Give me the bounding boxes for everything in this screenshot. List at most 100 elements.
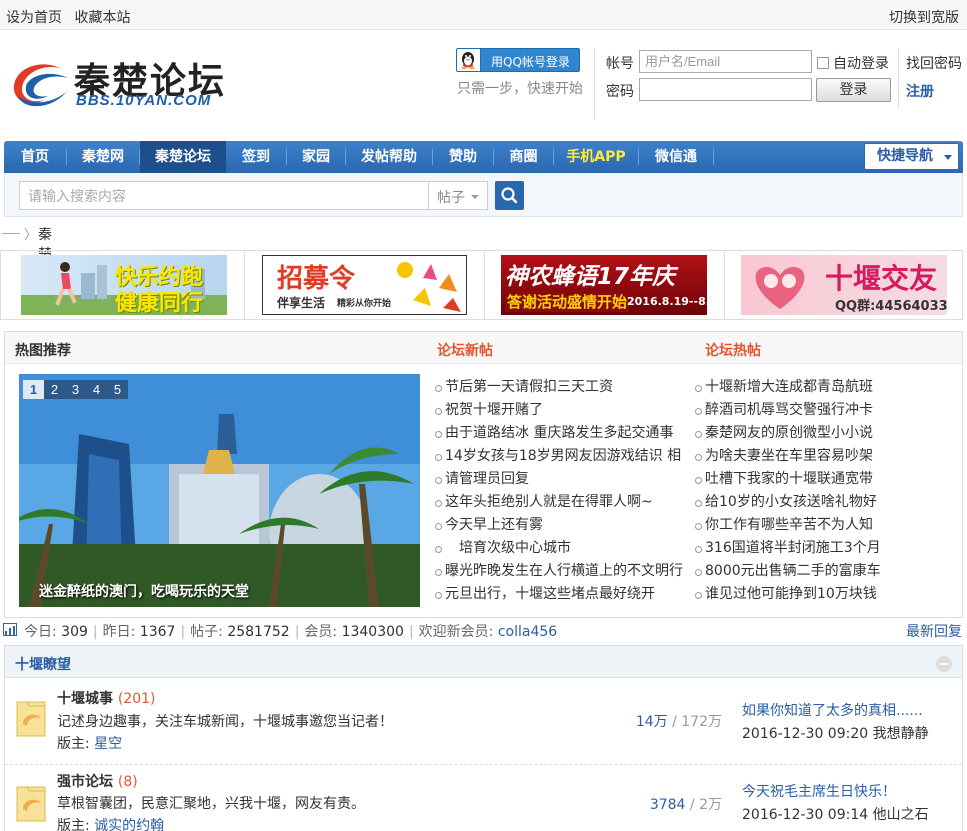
banner-recruit[interactable]: 招募令 伴享生活 精彩从你开始: [262, 255, 467, 315]
list-item[interactable]: 十堰新增大连成都青岛航班: [695, 376, 957, 399]
site-logo[interactable]: 秦楚论坛 BBS.10YAN.COM: [8, 52, 228, 112]
category-title[interactable]: 十堰瞭望: [15, 654, 71, 674]
newest-member-link[interactable]: colla456: [498, 624, 557, 640]
forum-stats: 今日: 309 | 昨日: 1367 | 帖子: 2581752 | 会员: 1340300…: [0, 620, 967, 640]
list-item[interactable]: 今天早上还有雾: [435, 514, 685, 537]
nav-item-wechat[interactable]: 微信通: [639, 141, 713, 173]
banner-honey[interactable]: 神农蜂语17年庆 答谢活动盛情开始 2016.8.19--8.31: [501, 255, 707, 315]
nav-item-business[interactable]: 商圈: [494, 141, 553, 173]
nav-item-home-space[interactable]: 家园: [287, 141, 345, 173]
board-name-text[interactable]: 强市论坛: [57, 774, 113, 790]
breadcrumb-arrow-icon: 〉: [24, 228, 38, 243]
new-posts-heading[interactable]: 论坛新帖: [437, 340, 493, 360]
list-item[interactable]: 秦楚网友的原创微型小小说: [695, 422, 957, 445]
list-item[interactable]: 给10岁的小女孩送啥礼物好: [695, 491, 957, 514]
list-item[interactable]: 8000元出售辆二手的富康车: [695, 560, 957, 583]
banner-running[interactable]: 快乐约跑 健康同行: [21, 255, 227, 315]
list-item[interactable]: 这年头拒绝别人就是在得罪人啊~: [435, 491, 685, 514]
last-post-title[interactable]: 今天祝毛主席生日快乐！: [742, 781, 896, 801]
banner-honey-line2: 答谢活动盛情开始: [505, 291, 630, 312]
list-item[interactable]: 吐槽下我家的十堰联通宽带: [695, 468, 957, 491]
board-name[interactable]: 强市论坛 (8): [57, 771, 138, 791]
board-folder-icon[interactable]: [15, 698, 47, 738]
list-item[interactable]: 你工作有哪些辛苦不为人知: [695, 514, 957, 537]
last-post-meta: 2016-12-30 09:14 他山之石: [742, 804, 929, 824]
members-label: 会员:: [304, 624, 338, 640]
search-type-select[interactable]: 帖子: [428, 181, 488, 210]
auto-login-label: 自动登录: [833, 56, 889, 72]
list-item[interactable]: 曝光昨晚发生在人行横道上的不文明行: [435, 560, 685, 583]
board-moderator: 版主: 诚实的约翰: [57, 815, 164, 831]
list-item[interactable]: 请管理员回复: [435, 468, 685, 491]
banner-recruit-sub: 精彩从你开始: [337, 299, 392, 309]
image-slider[interactable]: 12345 迷金醉纸的澳门，吃喝玩乐的天堂: [19, 374, 420, 607]
couple-graphic: [755, 267, 805, 309]
new-posts-list: 节后第一天请假扣三天工资 祝贺十堰开赌了 由于道路结冰 重庆路发生多起交通事 1…: [435, 376, 685, 606]
slider-caption[interactable]: 迷金醉纸的澳门，吃喝玩乐的天堂: [39, 581, 249, 601]
home-icon[interactable]: [2, 233, 20, 234]
top-links: 设为首页 收藏本站: [6, 7, 138, 27]
nav-item-mobile-app[interactable]: 手机APP: [554, 141, 638, 173]
list-item[interactable]: 醉酒司机辱骂交警强行冲卡: [695, 399, 957, 422]
banner-running-line2: 健康同行: [115, 291, 204, 315]
hot-section: 热图推荐 论坛新帖 论坛热帖 12345 迷金醉纸的澳门，吃喝玩乐的天堂 节后第…: [4, 331, 963, 618]
search-bar: 帖子: [4, 173, 963, 217]
nav-item-sponsor[interactable]: 赞助: [433, 141, 493, 173]
nav-item-qinchu-net[interactable]: 秦楚网: [67, 141, 139, 173]
slider-page-1[interactable]: 1: [23, 380, 44, 399]
list-item[interactable]: 祝贺十堰开赌了: [435, 399, 685, 422]
auto-login-checkbox[interactable]: 自动登录: [817, 53, 889, 73]
banner-dating[interactable]: 十堰交友 QQ群:445640333: [741, 255, 947, 315]
bar-chart-icon: [3, 623, 17, 636]
list-item[interactable]: 谁见过他可能挣到10万块钱: [695, 583, 957, 606]
banner-recruit-line2: 伴享生活: [277, 296, 326, 310]
slider-page-4[interactable]: 4: [86, 380, 107, 399]
qq-login-button[interactable]: 用QQ帐号登录: [456, 48, 580, 72]
list-item[interactable]: 元旦出行，十堰这些堵点最好绕开: [435, 583, 685, 606]
slider-page-2[interactable]: 2: [44, 380, 65, 399]
nav-item-post-help[interactable]: 发帖帮助: [346, 141, 432, 173]
last-post-title[interactable]: 如果你知道了太多的真相......: [742, 700, 923, 720]
top-bar: 设为首页 收藏本站 切换到宽版: [0, 0, 967, 30]
quick-nav-dropdown[interactable]: 快捷导航: [864, 143, 959, 170]
switch-wide-link[interactable]: 切换到宽版: [889, 7, 959, 27]
collapse-icon[interactable]: [936, 656, 952, 672]
stats-text: 今日: 309 | 昨日: 1367 | 帖子: 2581752 | 会员: 1340300…: [24, 624, 558, 640]
slider-pager: 12345: [23, 380, 128, 399]
username-input[interactable]: [639, 50, 812, 73]
bookmark-link[interactable]: 收藏本站: [74, 10, 130, 26]
last-post-user[interactable]: 我想静静: [873, 726, 929, 742]
search-button[interactable]: [495, 181, 524, 210]
password-input[interactable]: [639, 78, 812, 101]
nav-item-checkin[interactable]: 签到: [226, 141, 286, 173]
nav-item-forum[interactable]: 秦楚论坛: [140, 141, 226, 173]
list-item[interactable]: 316国道将半封闭施工3个月: [695, 537, 957, 560]
banner-dating-line1: 十堰交友: [825, 262, 938, 295]
board-name[interactable]: 十堰城事 (201): [57, 688, 156, 708]
board-name-text[interactable]: 十堰城事: [57, 691, 113, 707]
list-item[interactable]: 14岁女孩与18岁男网友因游戏结识 相: [435, 445, 685, 468]
search-type-value: 帖子: [437, 190, 465, 206]
slider-page-3[interactable]: 3: [65, 380, 86, 399]
find-password-link[interactable]: 找回密码: [906, 53, 962, 73]
set-home-link[interactable]: 设为首页: [6, 10, 62, 26]
list-item[interactable]: 节后第一天请假扣三天工资: [435, 376, 685, 399]
list-item[interactable]: 由于道路结冰 重庆路发生多起交通事: [435, 422, 685, 445]
list-item[interactable]: 为啥夫妻坐在车里容易吵架: [695, 445, 957, 468]
latest-replies-link[interactable]: 最新回复: [906, 621, 962, 641]
nav-item-home[interactable]: 首页: [4, 141, 66, 173]
checkbox-box[interactable]: [817, 57, 829, 69]
divider: [898, 48, 899, 108]
list-item[interactable]: 培育次级中心城市: [435, 537, 685, 560]
slider-page-5[interactable]: 5: [107, 380, 128, 399]
welcome-label: 欢迎新会员:: [418, 624, 494, 640]
moderator-link[interactable]: 星空: [94, 736, 122, 752]
register-link[interactable]: 注册: [906, 81, 934, 101]
hot-posts-heading[interactable]: 论坛热帖: [705, 340, 761, 360]
search-input[interactable]: [19, 181, 429, 210]
today-count: 309: [61, 624, 88, 640]
board-folder-icon[interactable]: [15, 783, 47, 823]
moderator-link[interactable]: 诚实的约翰: [94, 818, 164, 831]
last-post-user[interactable]: 他山之石: [873, 807, 929, 823]
login-button[interactable]: 登录: [816, 78, 891, 102]
